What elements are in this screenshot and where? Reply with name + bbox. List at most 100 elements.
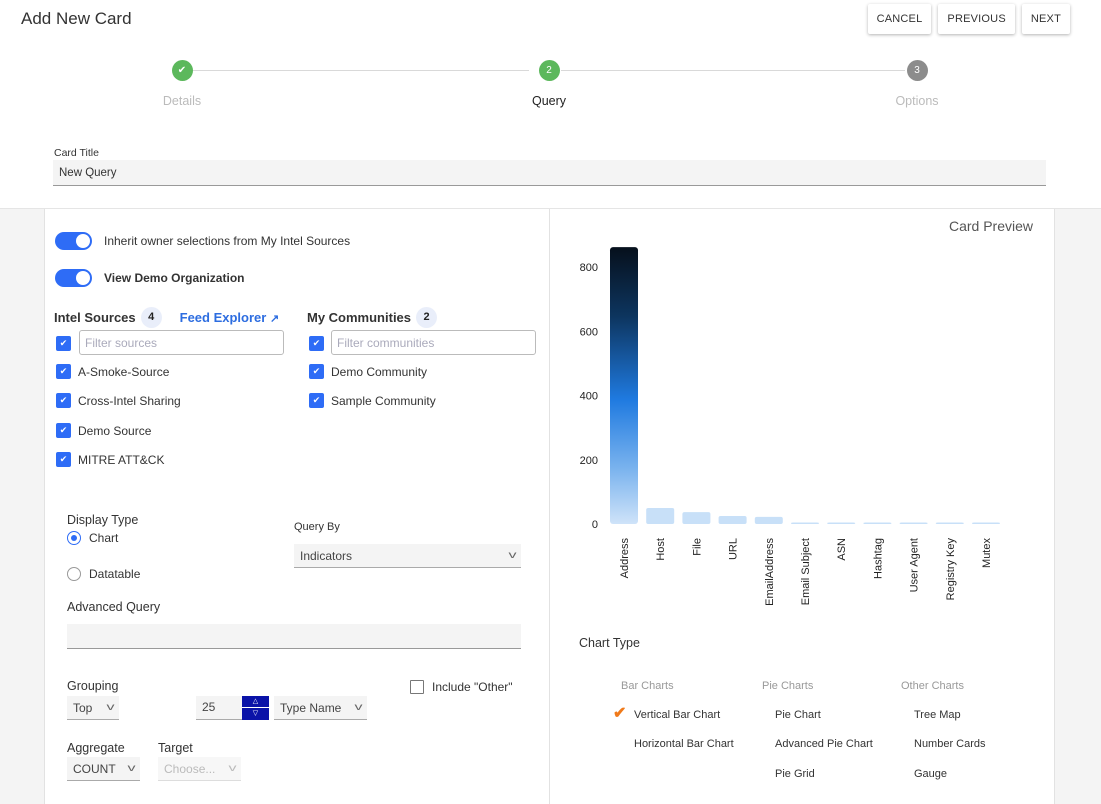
display-type-datatable-radio[interactable]: Datatable <box>67 567 140 581</box>
page-title: Add New Card <box>21 9 132 28</box>
x-tick-label: Host <box>655 538 667 561</box>
filter-sources-input[interactable] <box>79 330 284 355</box>
community-checkbox[interactable]: ✔ <box>309 393 324 408</box>
chart-type-pie-grid[interactable]: Pie Grid <box>775 768 815 780</box>
target-label: Target <box>158 741 193 755</box>
intel-sources-count-badge: 4 <box>140 307 162 328</box>
y-tick-label: 0 <box>592 519 598 531</box>
advanced-query-input[interactable] <box>67 624 521 649</box>
card-title-input[interactable] <box>53 160 1046 186</box>
wizard-stepper: ✔ Details 2 Query 3 Options <box>0 60 1101 120</box>
intel-sources-title: Intel Sources <box>54 310 136 325</box>
source-item[interactable]: ✔ MITRE ATT&CK <box>56 452 164 467</box>
card-title-label: Card Title <box>54 147 99 159</box>
query-panel: Inherit owner selections from My Intel S… <box>44 209 549 804</box>
include-other-checkbox[interactable] <box>410 680 424 694</box>
step-options[interactable]: 3 Options <box>857 60 977 108</box>
bar-registry-key[interactable] <box>935 522 964 525</box>
select-all-communities-checkbox[interactable]: ✔ <box>309 336 324 351</box>
view-demo-org-toggle[interactable] <box>55 269 92 287</box>
bar-chart: 0 200 400 600 800 Address Host File URL EmailAdd… <box>580 247 1000 606</box>
y-tick-label: 400 <box>580 391 598 403</box>
bar-email-subject[interactable] <box>791 522 819 525</box>
chart-type-label: Chart Type <box>579 636 640 650</box>
count-stepper[interactable]: △ ▽ <box>242 696 269 720</box>
radio-selected-icon[interactable] <box>67 531 81 545</box>
bar-charts-group-title: Bar Charts <box>621 680 674 692</box>
chevron-down-icon: v <box>127 763 136 774</box>
source-item[interactable]: ✔ Cross-Intel Sharing <box>56 393 181 408</box>
chart-type-pie[interactable]: Pie Chart <box>775 709 821 721</box>
decrement-icon[interactable]: ▽ <box>242 708 269 720</box>
other-charts-group-title: Other Charts <box>901 680 964 692</box>
communities-header: My Communities 2 <box>307 307 438 328</box>
toggle-label: Inherit owner selections from My Intel S… <box>104 234 351 248</box>
source-checkbox[interactable]: ✔ <box>56 393 71 408</box>
source-item[interactable]: ✔ Demo Source <box>56 423 151 438</box>
bar-asn[interactable] <box>827 522 856 525</box>
intel-sources-header: Intel Sources 4 Feed Explorer ↗ <box>54 307 279 328</box>
advanced-query-label: Advanced Query <box>67 600 161 614</box>
query-by-label: Query By <box>294 521 340 533</box>
chart-type-gauge[interactable]: Gauge <box>914 768 947 780</box>
chart-type-tree-map[interactable]: Tree Map <box>914 709 961 721</box>
filter-communities-input[interactable] <box>331 330 536 355</box>
bar-url[interactable] <box>718 515 747 524</box>
communities-count-badge: 2 <box>416 307 438 328</box>
select-all-sources-checkbox[interactable]: ✔ <box>56 336 71 351</box>
include-other-option[interactable]: Include "Other" <box>410 680 513 694</box>
bar-file[interactable] <box>682 512 711 524</box>
bar-host[interactable] <box>646 507 675 524</box>
inherit-owner-toggle[interactable] <box>55 232 92 250</box>
selected-check-icon: ✔ <box>613 705 627 722</box>
chevron-down-icon: v <box>508 550 517 561</box>
chevron-down-icon: v <box>354 702 363 713</box>
previous-button[interactable]: PREVIOUS <box>938 4 1015 34</box>
chart-type-vertical-bar[interactable]: Vertical Bar Chart <box>634 709 720 721</box>
select-all-communities: ✔ <box>309 336 324 351</box>
source-checkbox[interactable]: ✔ <box>56 423 71 438</box>
select-all-sources: ✔ <box>56 336 71 351</box>
bar-mutex[interactable] <box>972 522 1000 525</box>
x-tick-label: Address <box>619 538 631 579</box>
y-tick-label: 800 <box>580 262 598 274</box>
source-checkbox[interactable]: ✔ <box>56 452 71 467</box>
chart-type-horizontal-bar[interactable]: Horizontal Bar Chart <box>634 738 734 750</box>
increment-icon[interactable]: △ <box>242 696 269 708</box>
query-by-select[interactable]: Indicators v <box>294 544 521 568</box>
feed-explorer-link[interactable]: Feed Explorer ↗ <box>180 310 280 325</box>
bar-hashtag[interactable] <box>863 522 892 525</box>
group-by-field-select[interactable]: Type Name v <box>274 696 367 720</box>
display-type-chart-radio[interactable]: Chart <box>67 531 118 545</box>
target-select[interactable]: Choose... v <box>158 757 241 781</box>
step-connector <box>561 70 905 71</box>
chevron-down-icon: v <box>106 702 115 713</box>
source-item[interactable]: ✔ A-Smoke-Source <box>56 364 169 379</box>
step-label: Query <box>531 94 567 108</box>
community-checkbox[interactable]: ✔ <box>309 364 324 379</box>
demo-org-toggle-row: View Demo Organization <box>55 269 244 287</box>
x-tick-label: ASN <box>836 538 848 561</box>
aggregate-select[interactable]: COUNT v <box>67 757 140 781</box>
pie-charts-group-title: Pie Charts <box>762 680 814 692</box>
x-tick-label: EmailAddress <box>764 538 776 606</box>
bar-address[interactable] <box>610 247 638 524</box>
community-item[interactable]: ✔ Demo Community <box>309 364 427 379</box>
x-tick-label: Registry Key <box>945 538 957 601</box>
bar-user-agent[interactable] <box>899 522 928 525</box>
step-query[interactable]: 2 Query <box>489 60 609 108</box>
chart-type-advanced-pie[interactable]: Advanced Pie Chart <box>775 738 873 750</box>
radio-unselected-icon[interactable] <box>67 567 81 581</box>
cancel-button[interactable]: CANCEL <box>867 4 932 34</box>
community-item[interactable]: ✔ Sample Community <box>309 393 436 408</box>
grouping-count-input[interactable]: 25 <box>196 696 244 720</box>
x-tick-label: Email Subject <box>800 538 812 605</box>
bar-emailaddress[interactable] <box>754 516 783 524</box>
step-number: 2 <box>538 60 560 81</box>
source-checkbox[interactable]: ✔ <box>56 364 71 379</box>
grouping-select[interactable]: Top v <box>67 696 119 720</box>
chart-type-number-cards[interactable]: Number Cards <box>914 738 986 750</box>
next-button[interactable]: NEXT <box>1021 4 1070 34</box>
step-details[interactable]: ✔ Details <box>122 60 242 108</box>
card-preview-panel: Card Preview 0 200 400 600 800 Address Host Fi… <box>549 209 1055 804</box>
